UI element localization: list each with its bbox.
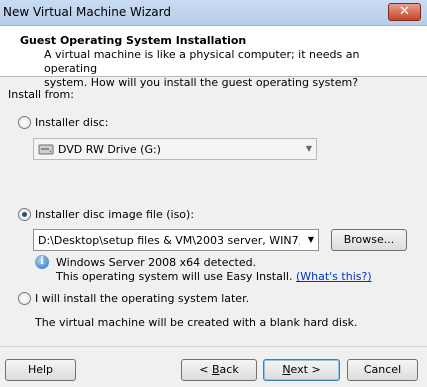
easy-install-text: This operating system will use Easy Inst… [56, 270, 372, 283]
iso-path-combo[interactable]: D:\Desktop\setup files & VM\2003 server,… [33, 229, 319, 251]
title-bar[interactable]: New Virtual Machine Wizard ✕ [0, 0, 427, 26]
os-detected-text: Windows Server 2008 x64 detected. [56, 256, 257, 269]
cancel-button[interactable]: Cancel [347, 359, 418, 381]
install-later-label[interactable]: I will install the operating system late… [35, 292, 249, 305]
installer-iso-label[interactable]: Installer disc image file (iso): [35, 208, 194, 221]
window-title: New Virtual Machine Wizard [3, 5, 171, 19]
close-button[interactable]: ✕ [388, 3, 421, 21]
drive-select-value: DVD RW Drive (G:) [58, 143, 161, 156]
help-button[interactable]: Help [5, 359, 76, 381]
wizard-header: Guest Operating System Installation A vi… [0, 26, 427, 89]
drive-select[interactable]: DVD RW Drive (G:) ▼ [33, 138, 317, 160]
installer-disc-label[interactable]: Installer disc: [35, 116, 108, 129]
install-from-label: Install from: [8, 88, 74, 101]
whats-this-link[interactable]: (What's this?) [296, 270, 372, 283]
optical-drive-icon [38, 144, 54, 155]
chevron-down-icon[interactable]: ▼ [308, 235, 314, 244]
browse-button[interactable]: Browse... [331, 229, 407, 251]
iso-path-value[interactable]: D:\Desktop\setup files & VM\2003 server,… [38, 234, 300, 247]
install-later-radio[interactable] [18, 292, 31, 305]
page-description: A virtual machine is like a physical com… [44, 48, 360, 89]
chevron-down-icon: ▼ [305, 144, 312, 153]
next-button[interactable]: Next > [263, 359, 340, 381]
installer-disc-radio[interactable] [18, 116, 31, 129]
blank-disk-note: The virtual machine will be created with… [35, 316, 358, 329]
divider [0, 346, 427, 347]
installer-iso-radio[interactable] [18, 208, 31, 221]
close-icon: ✕ [399, 4, 410, 19]
info-icon: i [35, 255, 49, 269]
page-title: Guest Operating System Installation [20, 34, 247, 47]
back-button[interactable]: < Back [181, 359, 257, 381]
